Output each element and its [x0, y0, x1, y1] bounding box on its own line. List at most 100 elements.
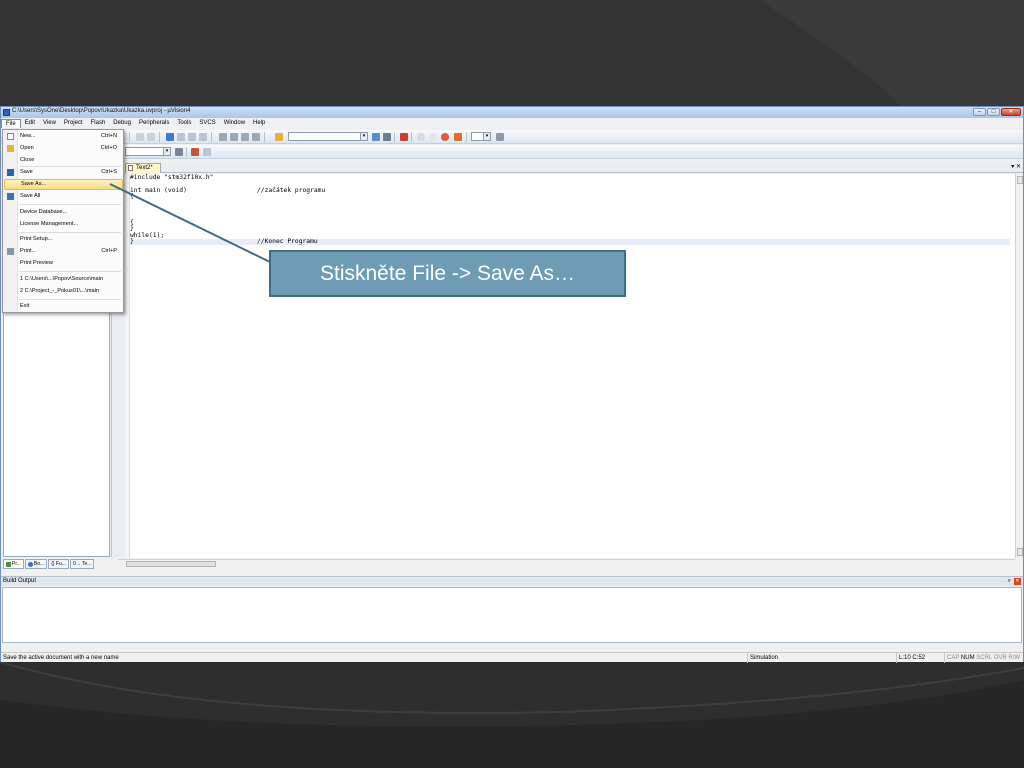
build-toolbar: ▾	[1, 145, 1023, 159]
find-combo[interactable]: ▾	[288, 132, 368, 141]
navigate-back-icon[interactable]	[166, 133, 174, 141]
debug-start-icon[interactable]	[400, 133, 408, 141]
maximize-button[interactable]: □	[987, 108, 1000, 116]
tab-books[interactable]: Bo...	[24, 559, 48, 569]
status-bar: Save the active document with a new name…	[1, 652, 1023, 663]
uncomment-icon[interactable]	[252, 133, 260, 141]
title-bar: C:\Users\SysOne\Desktop\Popov\Ukazka\Uka…	[1, 107, 1023, 118]
menu-item-new[interactable]: New... Ctrl+N	[4, 131, 123, 142]
main-toolbar: ▾ ▾	[1, 130, 1023, 144]
menu-debug[interactable]: Debug	[109, 118, 135, 128]
menu-tools[interactable]: Tools	[173, 118, 195, 128]
select-packs-icon[interactable]	[203, 148, 211, 156]
menu-item-print-setup[interactable]: Print Setup...	[4, 234, 123, 245]
menu-bar: File Edit View Project Flash Debug Perip…	[1, 118, 1023, 128]
next-bookmark-icon[interactable]	[199, 133, 207, 141]
scroll-down-button[interactable]	[1017, 548, 1023, 556]
tab-templates[interactable]: 0→ Te...	[69, 559, 95, 569]
code-editor[interactable]: #include "stm32f10x.h" int main (void)//…	[125, 174, 1015, 558]
disable-all-breakpoints-icon[interactable]	[454, 133, 462, 141]
chevron-down-icon[interactable]: ▾	[163, 148, 170, 155]
menu-project[interactable]: Project	[60, 118, 87, 128]
books-icon	[27, 561, 33, 567]
status-indicators: CAP NUM SCRL OVR R/W	[944, 653, 1023, 663]
undo-icon[interactable]	[136, 133, 144, 141]
close-button[interactable]: ✕	[1001, 108, 1021, 116]
menu-peripherals[interactable]: Peripherals	[135, 118, 173, 128]
status-num: NUM	[960, 655, 975, 661]
new-file-icon	[7, 133, 14, 140]
find-icon[interactable]	[372, 133, 380, 141]
printer-icon	[7, 248, 14, 255]
menu-item-print[interactable]: Print... Ctrl+P	[4, 246, 123, 257]
indent-icon[interactable]	[219, 133, 227, 141]
status-message: Save the active document with a new name	[3, 655, 119, 661]
menu-svcs[interactable]: SVCS	[195, 118, 219, 128]
bookmark-icon[interactable]	[177, 133, 185, 141]
menu-file[interactable]: File	[1, 118, 21, 128]
menu-help[interactable]: Help	[249, 118, 269, 128]
chevron-down-icon[interactable]: ▾	[483, 133, 490, 140]
scroll-up-button[interactable]	[1017, 176, 1023, 184]
uvision-window: C:\Users\SysOne\Desktop\Popov\Ukazka\Uka…	[0, 106, 1024, 663]
manage-components-icon[interactable]	[191, 148, 199, 156]
menu-flash[interactable]: Flash	[87, 118, 110, 128]
menu-view[interactable]: View	[39, 118, 60, 128]
build-output-panel[interactable]	[2, 587, 1022, 643]
scroll-thumb[interactable]	[126, 561, 216, 567]
disable-breakpoint-icon[interactable]	[429, 133, 437, 141]
chevron-down-icon[interactable]: ▾	[360, 133, 367, 140]
tab-templates-label: 0→ Te...	[72, 561, 92, 567]
tab-books-label: Bo...	[33, 561, 45, 567]
save-disk-icon	[7, 169, 14, 176]
breakpoint-icon[interactable]	[417, 133, 425, 141]
tab-text2[interactable]: Text2*	[125, 163, 161, 173]
configure-icon[interactable]	[496, 133, 504, 141]
project-icon	[6, 561, 11, 567]
menu-item-license-management[interactable]: License Management...	[4, 219, 123, 230]
prev-bookmark-icon[interactable]	[188, 133, 196, 141]
code-line-current: }//Konec Programu	[130, 238, 1010, 246]
pin-icon[interactable]: ⌕	[1008, 577, 1011, 586]
save-all-icon	[7, 193, 14, 200]
build-output-header: Build Output ⌕ ✕	[1, 576, 1023, 586]
window-layout-combo[interactable]: ▾	[471, 132, 491, 141]
editor-horizontal-scrollbar[interactable]	[118, 559, 1015, 568]
status-cap: CAP	[947, 655, 960, 661]
redo-icon[interactable]	[147, 133, 155, 141]
menu-item-close[interactable]: Close	[4, 155, 123, 166]
tab-functions[interactable]: {} Fu...	[48, 559, 69, 569]
menu-item-exit[interactable]: Exit	[4, 301, 123, 312]
comment-icon[interactable]	[241, 133, 249, 141]
tab-strip-controls[interactable]: ▾ ✕	[1011, 163, 1021, 170]
open-folder-icon	[7, 145, 14, 152]
menu-item-device-database[interactable]: Device Database...	[4, 207, 123, 218]
menu-item-print-preview[interactable]: Print Preview	[4, 258, 123, 269]
project-panel-tabs: Pr... Bo... {} Fu... 0→ Te...	[3, 559, 108, 569]
menu-item-recent-2[interactable]: 2 C:\Project_-_Pokus01\...\main	[4, 286, 123, 297]
menu-item-recent-1[interactable]: 1 C:\Users\...\Popov\Source\main	[4, 274, 123, 285]
document-icon	[128, 165, 133, 171]
target-options-icon[interactable]	[175, 148, 183, 156]
menu-item-save-all[interactable]: Save All	[4, 191, 123, 202]
find-in-files-icon[interactable]	[275, 133, 283, 141]
editor-vertical-scrollbar[interactable]	[1015, 174, 1023, 558]
close-panel-button[interactable]: ✕	[1014, 578, 1021, 585]
tab-project[interactable]: Pr...	[3, 559, 24, 569]
unindent-icon[interactable]	[230, 133, 238, 141]
minimize-button[interactable]: –	[973, 108, 986, 116]
menu-window[interactable]: Window	[220, 118, 249, 128]
incremental-find-icon[interactable]	[383, 133, 391, 141]
menu-item-save-as[interactable]: Save As...	[4, 179, 123, 190]
target-combo[interactable]: ▾	[125, 147, 171, 156]
status-ovr: OVR	[993, 655, 1007, 661]
menu-item-save[interactable]: Save Ctrl+S	[4, 167, 123, 178]
uvision-app-icon	[3, 109, 10, 116]
kill-breakpoints-icon[interactable]	[441, 133, 449, 141]
menu-edit[interactable]: Edit	[21, 118, 39, 128]
build-output-title: Build Output	[3, 578, 37, 584]
status-position: L:10 C:52	[896, 653, 942, 663]
window-title: C:\Users\SysOne\Desktop\Popov\Ukazka\Uka…	[12, 108, 191, 114]
menu-item-open[interactable]: Open Ctrl+O	[4, 143, 123, 154]
window-controls: – □ ✕	[973, 108, 1021, 116]
